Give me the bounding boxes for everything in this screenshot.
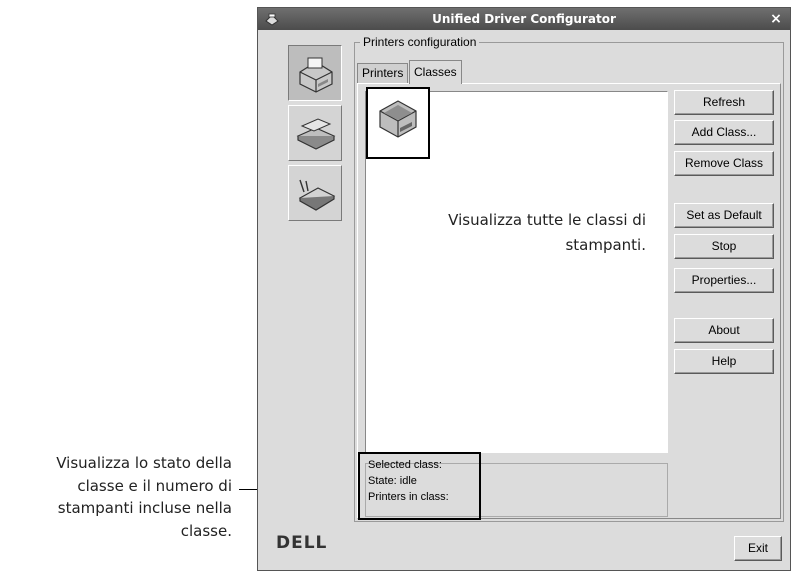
status-annotation-line: classe e il numero di [77, 476, 232, 495]
scanner-icon [296, 118, 336, 150]
app-window: Unified Driver Configurator × Printers c… [257, 7, 791, 571]
add-class-button[interactable]: Add Class... [674, 120, 774, 145]
sidebar-item-ports[interactable] [288, 165, 342, 221]
remove-class-button[interactable]: Remove Class [674, 151, 774, 176]
window-title: Unified Driver Configurator [432, 12, 616, 26]
close-button[interactable]: × [768, 11, 784, 27]
class-list-annotation: Visualizza tutte le classi di stampanti. [380, 208, 646, 258]
list-annotation-line: Visualizza tutte le classi di [448, 211, 646, 229]
dell-logo: DELL [276, 533, 328, 553]
status-annotation-line: stampanti incluse nella [57, 499, 232, 517]
tab-classes[interactable]: Classes [409, 60, 462, 84]
title-bar: Unified Driver Configurator × [258, 8, 790, 30]
sidebar-item-scanners[interactable] [288, 105, 342, 161]
list-annotation-line: stampanti. [565, 236, 646, 254]
refresh-button[interactable]: Refresh [674, 90, 774, 115]
tab-printers[interactable]: Printers [357, 63, 409, 83]
set-as-default-button[interactable]: Set as Default [674, 203, 774, 228]
printers-in-class-label: Printers in class: [368, 491, 449, 503]
sidebar-item-printers[interactable] [288, 45, 342, 101]
class-list[interactable]: Visualizza tutte le classi di stampanti. [365, 87, 668, 453]
selected-class-label: Selected class: [368, 459, 442, 471]
group-title: Printers configuration [360, 35, 480, 49]
exit-button[interactable]: Exit [734, 536, 782, 561]
printer-icon [299, 57, 333, 93]
app-icon [265, 13, 279, 26]
help-button[interactable]: Help [674, 349, 774, 374]
status-annotation: Visualizza lo stato della classe e il nu… [0, 452, 232, 542]
state-label: State: idle [368, 475, 417, 487]
properties-button[interactable]: Properties... [674, 268, 774, 293]
status-annotation-line: Visualizza lo stato della [56, 454, 232, 472]
stop-button[interactable]: Stop [674, 234, 774, 259]
close-icon: × [770, 11, 782, 27]
about-button[interactable]: About [674, 318, 774, 343]
port-icon [298, 179, 336, 211]
class-list-item[interactable] [366, 87, 430, 159]
status-annotation-line: classe. [180, 521, 232, 540]
printer-class-icon [379, 100, 417, 138]
